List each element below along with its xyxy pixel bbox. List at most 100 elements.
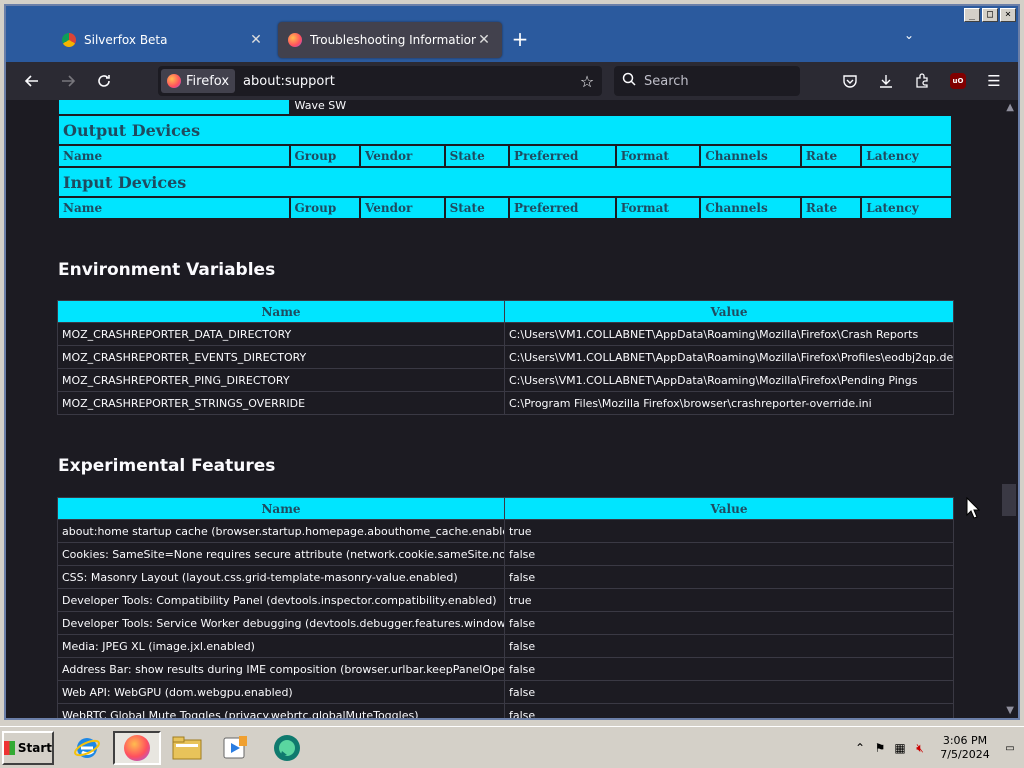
reload-icon	[98, 75, 110, 87]
close-tab-icon[interactable]: ✕	[248, 32, 264, 48]
value-cell: C:\Program Files\Mozilla Firefox\browser…	[504, 391, 954, 415]
start-button[interactable]: Start	[2, 731, 54, 765]
column-header: State	[443, 144, 510, 168]
tab-silverfox-beta[interactable]: Silverfox Beta ✕	[52, 22, 274, 58]
name-cell: CSS: Masonry Layout (layout.css.grid-tem…	[57, 565, 505, 589]
desktop: _ □ × Silverfox Beta ✕ Troubleshooting I…	[0, 0, 1024, 768]
reload-button[interactable]	[86, 65, 122, 97]
hamburger-menu-icon[interactable]: ☰	[976, 65, 1012, 97]
new-tab-button[interactable]: +	[506, 26, 534, 54]
value-cell: false	[504, 703, 954, 718]
close-window-button[interactable]: ×	[1000, 8, 1016, 22]
vertical-scrollbar[interactable]: ▲ ▼	[1000, 100, 1018, 718]
start-label: Start	[17, 741, 52, 755]
value-cell: false	[504, 657, 954, 681]
toolbar-actions: uO ☰	[832, 65, 1012, 97]
environment-variables-heading: Environment Variables	[58, 260, 276, 280]
volume-muted-icon[interactable]: 🔇︎	[910, 741, 930, 756]
file-explorer-icon[interactable]	[170, 731, 204, 765]
column-header: Latency	[860, 196, 953, 220]
flag-icon[interactable]: ⚑	[870, 741, 890, 755]
value-cell: false	[504, 542, 954, 566]
search-input[interactable]: Search	[614, 66, 800, 96]
downloads-icon[interactable]	[868, 65, 904, 97]
extensions-icon[interactable]	[904, 65, 940, 97]
maximize-button[interactable]: □	[982, 8, 998, 22]
scroll-down-icon[interactable]: ▼	[1006, 705, 1014, 716]
firefox-icon	[167, 74, 181, 88]
name-cell: WebRTC Global Mute Toggles (privacy.webr…	[57, 703, 505, 718]
name-cell: Media: JPEG XL (image.jxl.enabled)	[57, 634, 505, 658]
name-cell: MOZ_CRASHREPORTER_EVENTS_DIRECTORY	[57, 345, 505, 369]
search-placeholder: Search	[644, 73, 689, 89]
ublock-origin-icon[interactable]: uO	[940, 65, 976, 97]
experimental-features-heading: Experimental Features	[58, 456, 276, 476]
column-header: State	[443, 196, 510, 220]
media-devices-table: Wave SW Output Devices Name Group Vendor St…	[57, 100, 954, 220]
column-header: Group	[288, 196, 362, 220]
page-content: Wave SW Output Devices Name Group Vendor St…	[6, 100, 1018, 718]
column-header: Rate	[799, 196, 863, 220]
search-icon	[622, 72, 636, 90]
firefox-icon	[288, 33, 302, 47]
experimental-features-table: Name Value about:home startup cache (bro…	[57, 497, 954, 718]
value-cell: false	[504, 565, 954, 589]
column-header: Format	[614, 196, 702, 220]
output-columns-row: Name Group Vendor State Preferred Format Chann…	[57, 144, 953, 168]
close-tab-icon[interactable]: ✕	[476, 32, 492, 48]
show-hidden-icons-icon[interactable]: ⌃	[850, 741, 870, 755]
column-header: Preferred	[507, 196, 617, 220]
firefox-taskbar-icon[interactable]	[113, 731, 161, 765]
output-devices-heading: Output Devices	[57, 114, 953, 146]
environment-variables-table: Name Value MOZ_CRASHREPORTER_DATA_DIRECT…	[57, 300, 954, 415]
table-row: WebRTC Global Mute Toggles (privacy.webr…	[57, 703, 954, 718]
name-cell: Web API: WebGPU (dom.webgpu.enabled)	[57, 680, 505, 704]
table-row: Wave SW	[57, 100, 954, 116]
tab-troubleshooting[interactable]: Troubleshooting Information ✕	[278, 22, 502, 58]
table-row: Developer Tools: Compatibility Panel (de…	[57, 588, 954, 612]
name-cell: Address Bar: show results during IME com…	[57, 657, 505, 681]
forward-button[interactable]	[50, 65, 86, 97]
table-row: Address Bar: show results during IME com…	[57, 657, 954, 681]
pocket-icon[interactable]	[832, 65, 868, 97]
media-player-icon[interactable]	[218, 731, 252, 765]
env-value-header: Value	[504, 300, 954, 323]
scroll-thumb[interactable]	[1002, 484, 1016, 516]
chrome-icon	[62, 33, 76, 47]
chat-app-icon[interactable]	[270, 731, 304, 765]
back-button[interactable]	[14, 65, 50, 97]
forward-arrow-icon	[62, 75, 76, 87]
taskbar: Start ⌃ ⚑ ▦ 🔇︎ 3:06 PM 7/5/2024 ▭	[0, 726, 1024, 768]
value-cell: true	[504, 519, 954, 543]
firefox-icon	[124, 735, 150, 761]
wave-sw-value: Wave SW	[288, 100, 954, 116]
list-all-tabs-icon[interactable]: ⌄	[904, 28, 914, 42]
windows-logo-icon	[4, 741, 15, 755]
identity-box[interactable]: Firefox	[161, 69, 236, 93]
network-icon[interactable]: ▦	[890, 741, 910, 755]
minimize-button[interactable]: _	[964, 8, 980, 22]
value-cell: false	[504, 680, 954, 704]
column-header: Vendor	[359, 196, 446, 220]
tab-label: Troubleshooting Information	[310, 33, 476, 47]
tab-label: Silverfox Beta	[84, 33, 168, 47]
show-desktop-icon[interactable]: ▭	[1000, 743, 1020, 754]
url-input[interactable]: about:support	[243, 74, 572, 89]
browser-window: _ □ × Silverfox Beta ✕ Troubleshooting I…	[4, 4, 1020, 720]
internet-explorer-icon[interactable]	[70, 731, 104, 765]
column-header: Vendor	[359, 144, 446, 168]
exp-value-header: Value	[504, 497, 954, 520]
bookmark-star-icon[interactable]: ☆	[572, 72, 602, 91]
back-arrow-icon	[24, 75, 38, 87]
env-name-header: Name	[57, 300, 505, 323]
clock[interactable]: 3:06 PM 7/5/2024	[930, 734, 1000, 762]
address-bar[interactable]: Firefox about:support ☆	[158, 66, 602, 96]
scroll-up-icon[interactable]: ▲	[1006, 102, 1014, 113]
clock-time: 3:06 PM	[942, 734, 988, 747]
table-row: MOZ_CRASHREPORTER_DATA_DIRECTORY C:\Users…	[57, 322, 954, 346]
table-row: MOZ_CRASHREPORTER_EVENTS_DIRECTORY C:\Use…	[57, 345, 954, 369]
value-cell: C:\Users\VM1.COLLABNET\AppData\Roaming\M…	[504, 368, 954, 392]
identity-label: Firefox	[186, 73, 230, 89]
value-cell: false	[504, 634, 954, 658]
value-cell: true	[504, 588, 954, 612]
